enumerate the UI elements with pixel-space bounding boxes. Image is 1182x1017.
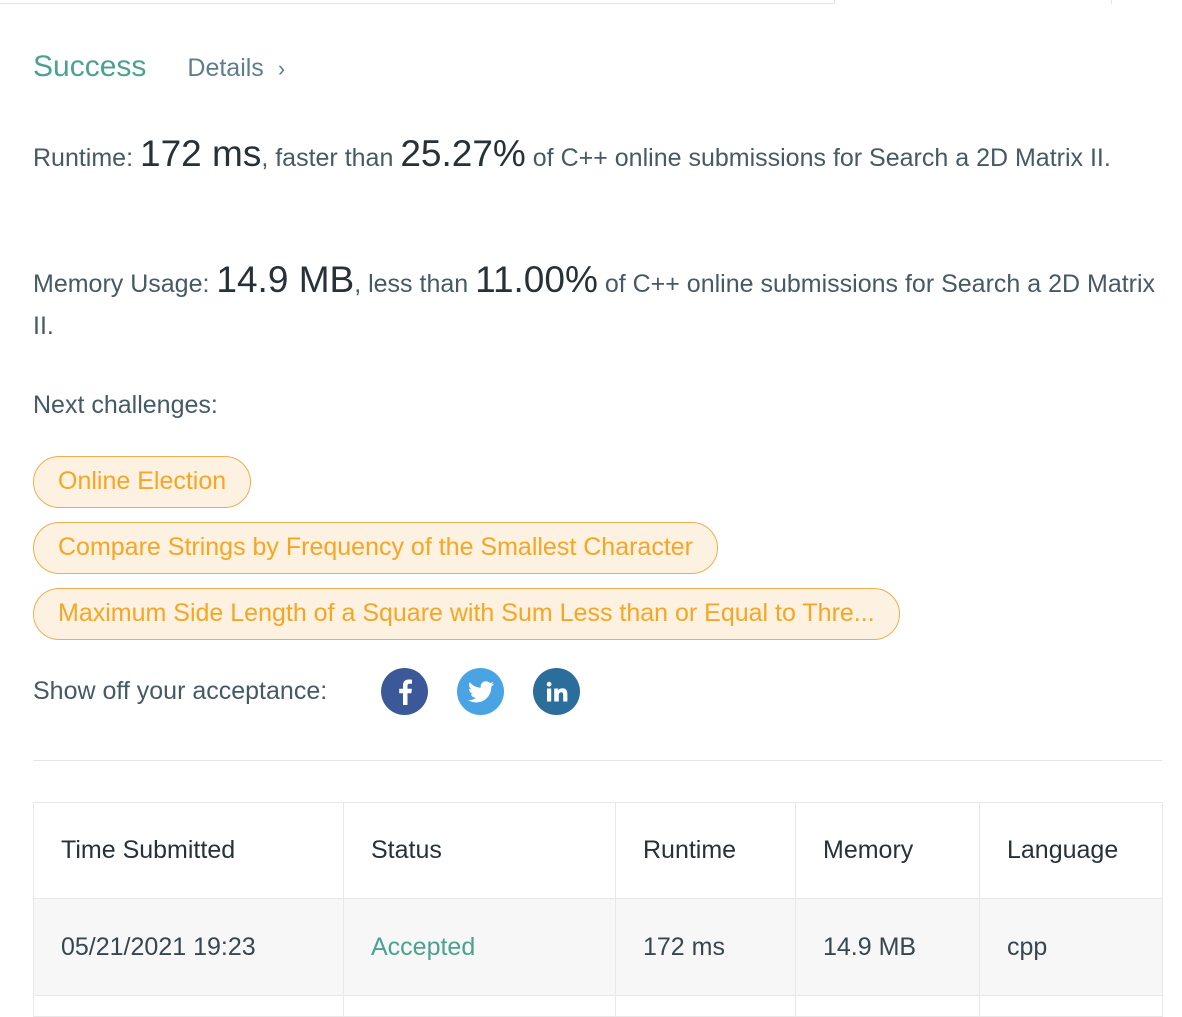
memory-value: 14.9 MB — [216, 259, 355, 300]
cell-runtime: 172 ms — [615, 898, 796, 996]
cell-language: cpp — [979, 898, 1163, 996]
memory-label: Memory Usage: — [33, 270, 210, 298]
submissions-table: Time Submitted Status Runtime Memory Lan… — [33, 802, 1163, 1017]
share-row: Show off your acceptance: — [33, 668, 581, 715]
share-icons — [381, 668, 581, 715]
facebook-icon[interactable] — [381, 668, 429, 715]
next-challenges-label: Next challenges: — [33, 391, 218, 419]
result-header: Success Details › — [33, 50, 285, 84]
details-label: Details — [187, 54, 264, 82]
table-header-row: Time Submitted Status Runtime Memory Lan… — [33, 802, 1163, 899]
runtime-stat: Runtime: 172 ms, faster than 25.27% of C… — [33, 133, 1163, 179]
chevron-right-icon: › — [277, 56, 286, 81]
share-label: Show off your acceptance: — [33, 677, 328, 705]
column-header-memory: Memory — [795, 802, 980, 899]
memory-stat: Memory Usage: 14.9 MB, less than 11.00% … — [33, 259, 1163, 347]
result-status: Success — [33, 50, 147, 83]
runtime-value: 172 ms — [140, 133, 262, 174]
active-tab-outline — [834, 0, 1112, 4]
details-link[interactable]: Details › — [187, 54, 285, 83]
memory-percentile: 11.00% — [475, 259, 598, 300]
runtime-suffix: of C++ online submissions for Search a 2… — [532, 144, 1111, 172]
cell-memory: 14.9 MB — [795, 898, 980, 996]
linkedin-icon[interactable] — [533, 668, 581, 715]
memory-comparison: , less than — [354, 270, 469, 298]
challenge-chip-maximum-side-length[interactable]: Maximum Side Length of a Square with Sum… — [33, 588, 900, 640]
runtime-comparison: , faster than — [261, 144, 394, 172]
section-divider — [33, 760, 1162, 761]
cell-status-link[interactable]: Accepted — [343, 898, 616, 996]
column-header-time-submitted: Time Submitted — [33, 802, 344, 899]
column-header-status: Status — [343, 802, 616, 899]
table-row-partial — [33, 995, 1163, 1017]
challenge-chip-compare-strings[interactable]: Compare Strings by Frequency of the Smal… — [33, 522, 718, 574]
cell-time-submitted: 05/21/2021 19:23 — [33, 898, 344, 996]
column-header-runtime: Runtime — [615, 802, 796, 899]
column-header-language: Language — [979, 802, 1163, 899]
table-row: 05/21/2021 19:23 Accepted 172 ms 14.9 MB… — [33, 898, 1163, 996]
tab-bar-border — [0, 0, 834, 4]
runtime-label: Runtime: — [33, 144, 134, 172]
twitter-icon[interactable] — [457, 668, 505, 715]
runtime-percentile: 25.27% — [400, 133, 526, 174]
challenge-chip-online-election[interactable]: Online Election — [33, 456, 252, 508]
